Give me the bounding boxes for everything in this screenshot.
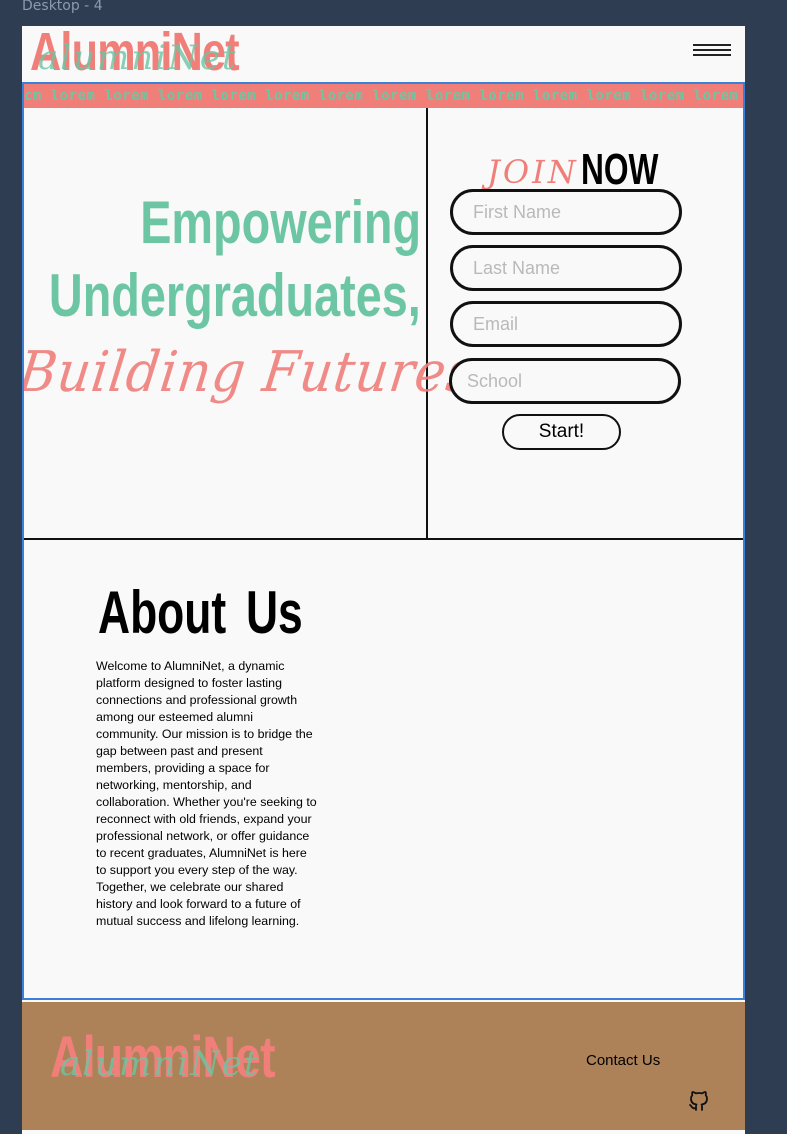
ticker-text: cm lorem lorem lorem lorem lorem lorem l… (24, 88, 745, 104)
github-icon[interactable] (687, 1089, 711, 1113)
menu-line (693, 49, 731, 51)
marquee-ticker: cm lorem lorem lorem lorem lorem lorem l… (22, 82, 745, 108)
hero-headline-line1: Empowering (140, 189, 421, 256)
hero-divider (426, 108, 428, 540)
hero-headline-line2: Undergraduates, (49, 262, 421, 329)
join-now-title: JOINNOW (487, 148, 688, 192)
header-logo[interactable]: AlumniNet alumniNet (30, 26, 290, 80)
menu-line (693, 54, 731, 56)
join-now-word: NOW (580, 145, 659, 194)
email-field[interactable] (450, 301, 682, 347)
site-footer: AlumniNet alumniNet Contact Us (22, 1002, 745, 1130)
hero-section: Empowering Undergraduates, Building Futu… (22, 108, 745, 540)
school-field[interactable] (449, 358, 681, 404)
first-name-field[interactable] (450, 189, 682, 235)
menu-line (693, 44, 731, 46)
site-header: AlumniNet alumniNet (22, 26, 745, 82)
contact-us-link[interactable]: Contact Us (586, 1052, 660, 1069)
hamburger-icon[interactable] (693, 44, 731, 62)
footer-logo-script-overlay: alumniNet (60, 1044, 260, 1084)
logo-script-overlay: alumniNet (38, 38, 238, 78)
footer-logo[interactable]: AlumniNet alumniNet (50, 1026, 310, 1090)
start-button[interactable]: Start! (502, 414, 621, 450)
footer-bottom-strip (22, 1130, 745, 1134)
join-script: JOIN (487, 153, 579, 191)
hero-script-tagline: Building Futures (22, 340, 479, 405)
frame-label: Desktop - 4 (22, 0, 103, 14)
last-name-field[interactable] (450, 245, 682, 291)
about-body: Welcome to AlumniNet, a dynamic platform… (96, 659, 317, 928)
desktop-frame: AlumniNet alumniNet cm lorem lorem lorem… (22, 26, 745, 1134)
about-title: About Us (98, 579, 303, 646)
